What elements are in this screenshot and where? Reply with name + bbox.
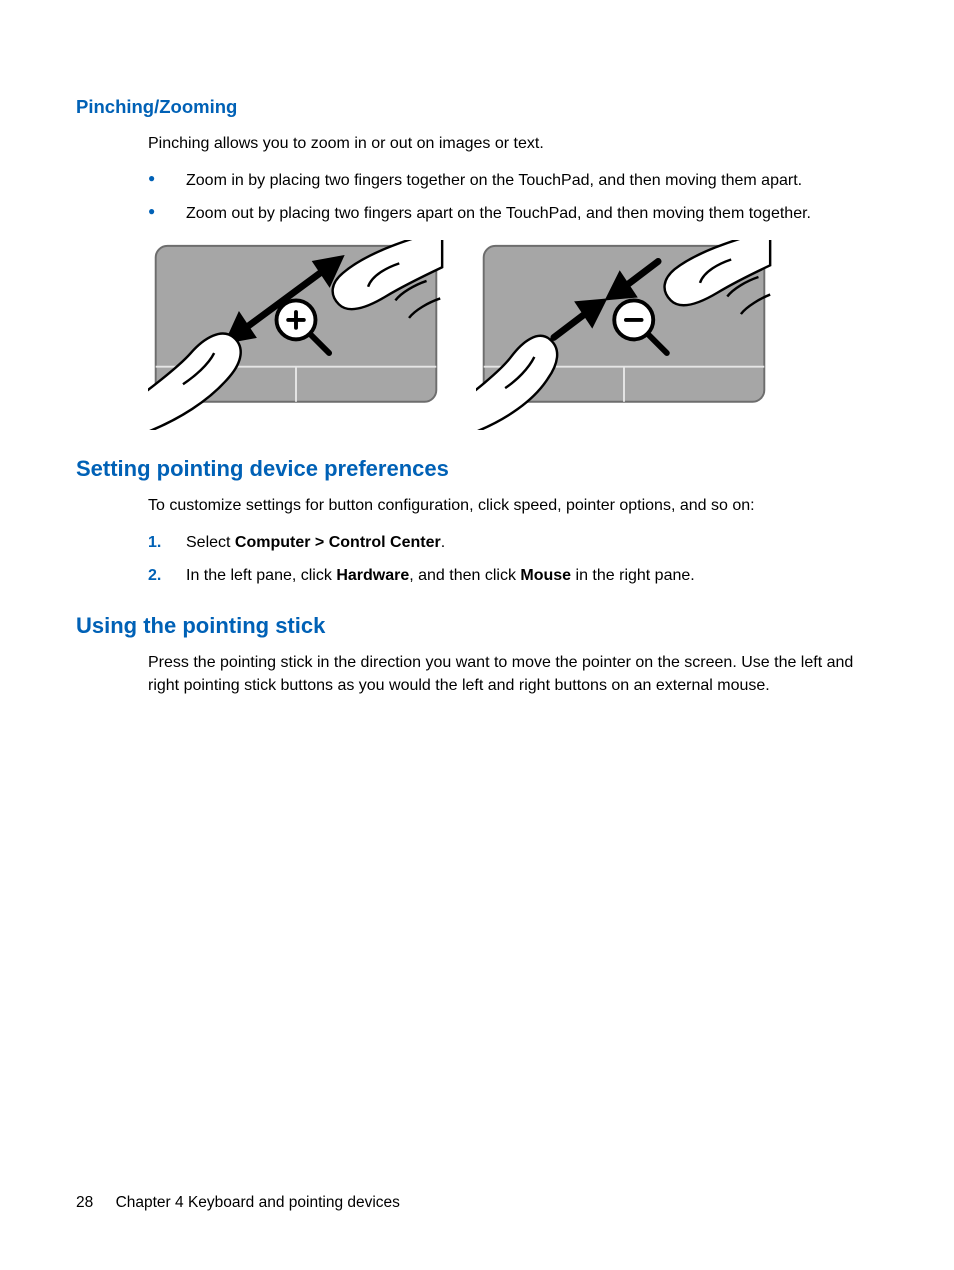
setting-step-2: 2. In the left pane, click Hardware, and…: [148, 564, 878, 587]
step-text-pre: Select: [186, 534, 235, 551]
pinching-illustrations: [148, 240, 878, 430]
pinching-bullet-list: Zoom in by placing two fingers together …: [148, 169, 878, 225]
heading-pinching-zooming: Pinching/Zooming: [76, 96, 878, 118]
zoom-in-illustration: [148, 240, 444, 430]
setting-steps-list: 1. Select Computer > Control Center. 2. …: [148, 531, 878, 587]
setting-intro: To customize settings for button configu…: [148, 494, 878, 517]
zoom-in-svg: [148, 240, 444, 430]
heading-pointing-stick: Using the pointing stick: [76, 613, 878, 639]
step-bold: Computer > Control Center: [235, 534, 441, 551]
pinching-intro: Pinching allows you to zoom in or out on…: [148, 132, 878, 155]
zoom-out-illustration: [476, 240, 772, 430]
step-text-post: in the right pane.: [571, 567, 695, 584]
step-text-mid: , and then click: [409, 567, 520, 584]
step-bold-2: Mouse: [520, 567, 571, 584]
step-text-pre: In the left pane, click: [186, 567, 336, 584]
pinching-bullet-1: Zoom in by placing two fingers together …: [148, 169, 878, 192]
setting-step-1: 1. Select Computer > Control Center.: [148, 531, 878, 554]
setting-body: To customize settings for button configu…: [148, 494, 878, 588]
document-page: Pinching/Zooming Pinching allows you to …: [0, 0, 954, 1270]
step-number: 2.: [148, 564, 161, 587]
step-number: 1.: [148, 531, 161, 554]
step-bold-1: Hardware: [336, 567, 409, 584]
heading-setting-preferences: Setting pointing device preferences: [76, 456, 878, 482]
pinching-body: Pinching allows you to zoom in or out on…: [148, 132, 878, 430]
pinching-bullet-2: Zoom out by placing two fingers apart on…: [148, 202, 878, 225]
page-footer: 28 Chapter 4 Keyboard and pointing devic…: [76, 1194, 400, 1212]
footer-chapter: Chapter 4 Keyboard and pointing devices: [116, 1194, 400, 1211]
step-text-post: .: [441, 534, 445, 551]
zoom-out-svg: [476, 240, 772, 430]
stick-body: Press the pointing stick in the directio…: [148, 651, 878, 697]
stick-intro: Press the pointing stick in the directio…: [148, 651, 878, 697]
page-number: 28: [76, 1194, 93, 1212]
